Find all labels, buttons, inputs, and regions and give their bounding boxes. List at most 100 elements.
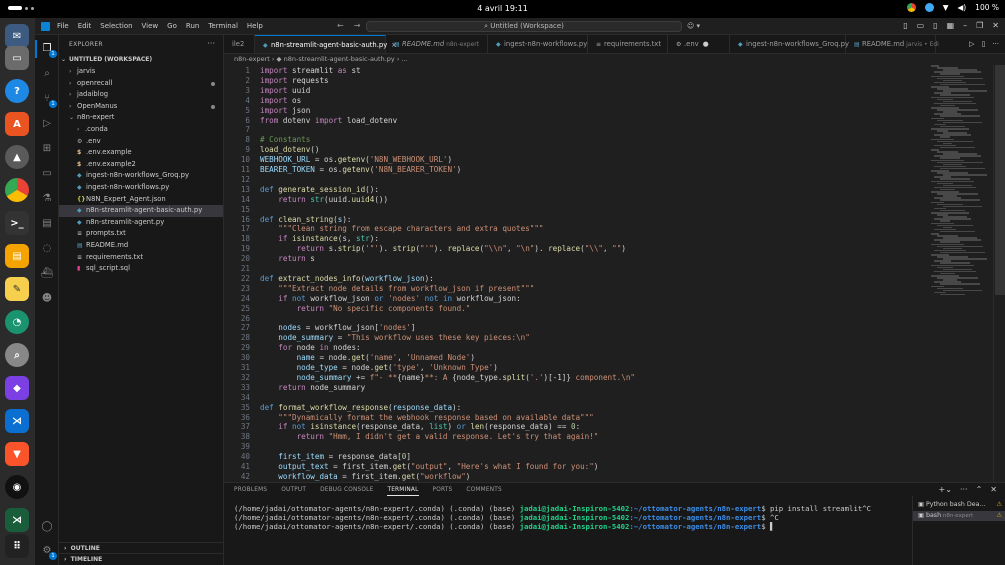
menu-selection[interactable]: Selection — [100, 22, 132, 30]
editor-tab[interactable]: ▤ README.md n8n-expert — [386, 35, 488, 53]
tab-problems[interactable]: PROBLEMS — [234, 487, 267, 496]
wifi-icon[interactable]: ▼ — [943, 3, 949, 12]
run-file-icon[interactable]: ▷ — [969, 40, 974, 48]
workspace-header[interactable]: ⌄ UNTITLED (WORKSPACE) — [59, 54, 223, 66]
menu-help[interactable]: Help — [247, 22, 263, 30]
search-view-icon[interactable]: ⌕ — [40, 67, 54, 81]
editor-tab[interactable]: ◆ n8n-streamlit-agent-basic-auth.py × — [255, 35, 397, 53]
copilot-chat-icon[interactable]: ☻ — [40, 292, 54, 306]
obsidian-icon[interactable]: ◆ — [5, 376, 29, 400]
help-icon[interactable]: ? — [5, 79, 29, 103]
system-tray[interactable]: ▼ ◀) 100 % — [906, 3, 999, 12]
menu-run[interactable]: Run — [186, 22, 199, 30]
brave-icon[interactable]: ▼ — [5, 442, 29, 466]
copilot-icon[interactable]: ☺ ▾ — [687, 22, 700, 30]
vscode-insiders-icon[interactable]: ⋊ — [5, 508, 29, 532]
inkscape-icon[interactable]: ▲ — [5, 145, 29, 169]
menu-file[interactable]: File — [57, 22, 69, 30]
remote-explorer-icon[interactable]: ▭ — [40, 167, 54, 181]
more-actions-icon[interactable]: ··· — [207, 39, 215, 48]
file-item[interactable]: ≡ prompts.txt — [59, 228, 223, 240]
minimize-icon[interactable]: – — [963, 21, 967, 30]
toggle-sidebar-icon[interactable]: ▯ — [903, 21, 907, 30]
file-item[interactable]: ◆ n8n-streamlit-agent-basic-auth.py — [59, 205, 223, 217]
file-item[interactable]: $ .env.example — [59, 147, 223, 159]
manage-gear-icon[interactable]: ⚙ 1 — [40, 544, 57, 560]
chrome-tray-icon[interactable] — [906, 3, 916, 12]
menu-go[interactable]: Go — [167, 22, 177, 30]
graph-icon[interactable]: ◌ — [40, 242, 54, 256]
testing-icon[interactable]: ⚗ — [40, 192, 54, 206]
back-arrow-icon[interactable]: ← — [337, 21, 344, 30]
folder-item[interactable]: › openrecall — [59, 78, 223, 90]
tab-output[interactable]: OUTPUT — [281, 487, 306, 496]
editor-tab[interactable]: ◆ ingest-n8n-workflows.py — [488, 35, 588, 53]
close-panel-icon[interactable]: ✕ — [990, 485, 997, 494]
scrollbar-thumb[interactable] — [995, 65, 1005, 295]
code-editor[interactable]: 1 import streamlit as st 2 import requests 3… — [224, 65, 1005, 482]
update-tray-icon[interactable] — [924, 3, 934, 12]
menu-edit[interactable]: Edit — [78, 22, 92, 30]
unsaved-dot-icon[interactable]: ● — [703, 40, 709, 48]
database-icon[interactable]: ▤ — [40, 217, 54, 231]
file-item[interactable]: ▮ sql_script.sql — [59, 263, 223, 275]
forward-arrow-icon[interactable]: → — [354, 21, 361, 30]
customize-layout-icon[interactable]: ▦ — [947, 21, 955, 30]
file-item[interactable]: ◆ n8n-streamlit-agent.py — [59, 217, 223, 229]
new-terminal-icon[interactable]: +⌄ — [939, 485, 952, 494]
maximize-panel-icon[interactable]: ⌃ — [976, 485, 983, 494]
editor-tab[interactable]: ≡ requirements.txt — [588, 35, 668, 53]
thunderbird-icon[interactable]: ✉ — [5, 24, 29, 48]
search-app-icon[interactable]: ⌕ — [5, 343, 29, 367]
close-icon[interactable]: ✕ — [992, 21, 999, 30]
editor-tab[interactable]: ile2 — [224, 35, 255, 53]
obs-icon[interactable]: ◉ — [5, 475, 29, 499]
accounts-icon[interactable]: ◯ — [40, 520, 54, 534]
file-item[interactable]: ⚙ .env — [59, 136, 223, 148]
folder-item[interactable]: › .conda — [59, 124, 223, 136]
terminal-instance[interactable]: ▣ bash n8n-expert ⚠ — [913, 511, 1005, 521]
tab-ports[interactable]: PORTS — [433, 487, 453, 496]
terminal-icon[interactable]: >_ — [5, 211, 29, 235]
text-editor-icon[interactable]: ✎ — [5, 277, 29, 301]
explorer-icon[interactable]: ❐ 1 — [35, 40, 57, 58]
source-control-icon[interactable]: ⑂ 1 — [40, 92, 57, 108]
file-item[interactable]: ◆ ingest-n8n-workflows.py — [59, 182, 223, 194]
office-icon[interactable]: ▤ — [5, 244, 29, 268]
command-center[interactable]: ⌕ Untitled (Workspace) — [366, 21, 682, 32]
file-item[interactable]: ≡ requirements.txt — [59, 252, 223, 264]
folder-item[interactable]: ⌄ n8n-expert — [59, 112, 223, 124]
toggle-panel-icon[interactable]: ▭ — [917, 21, 925, 30]
editor-tab[interactable]: ⚙ .env ● — [668, 35, 730, 53]
tab-comments[interactable]: COMMENTS — [466, 487, 501, 496]
run-debug-icon[interactable]: ▷ — [40, 117, 54, 131]
show-apps-icon[interactable]: ⠿ — [5, 534, 29, 558]
editor-tab[interactable]: ▤ README.md jarvis • Edi — [846, 35, 939, 53]
more-actions-icon[interactable]: ··· — [992, 40, 999, 48]
app-center-icon[interactable]: A — [5, 112, 29, 136]
vscode-icon[interactable]: ⋊ — [5, 409, 29, 433]
chrome-icon[interactable] — [5, 178, 29, 202]
file-item[interactable]: {}N8N_Expert_Agent.json — [59, 194, 223, 206]
toggle-secondary-sidebar-icon[interactable]: ▯ — [933, 21, 937, 30]
folder-item[interactable]: › jarvis — [59, 66, 223, 78]
file-item[interactable]: ▤ README.md — [59, 240, 223, 252]
timeline-section[interactable]: › TIMELINE — [59, 553, 223, 564]
cursor-app-icon[interactable]: ◔ — [5, 310, 29, 334]
battery-label[interactable]: 100 % — [975, 3, 999, 12]
split-editor-icon[interactable]: ▯ — [981, 40, 985, 48]
minimap[interactable] — [931, 65, 991, 296]
editor-tab[interactable]: ◆ ingest-n8n-workflows_Groq.py — [730, 35, 849, 53]
menu-view[interactable]: View — [142, 22, 159, 30]
more-actions-icon[interactable]: ··· — [960, 485, 968, 494]
folder-item[interactable]: › jadaiblog — [59, 89, 223, 101]
file-item[interactable]: $ .env.example2 — [59, 159, 223, 171]
outline-section[interactable]: › OUTLINE — [59, 542, 223, 553]
maximize-icon[interactable]: ❐ — [976, 21, 983, 30]
docker-icon[interactable]: ⛴ — [40, 267, 54, 281]
files-icon[interactable]: ▭ — [5, 46, 29, 70]
tab-terminal[interactable]: TERMINAL — [387, 487, 419, 496]
extensions-icon[interactable]: ⊞ — [40, 142, 54, 156]
terminal-instance[interactable]: ▣ Python bash Dea... ⚠ — [913, 500, 1005, 510]
folder-item[interactable]: › OpenManus — [59, 101, 223, 113]
